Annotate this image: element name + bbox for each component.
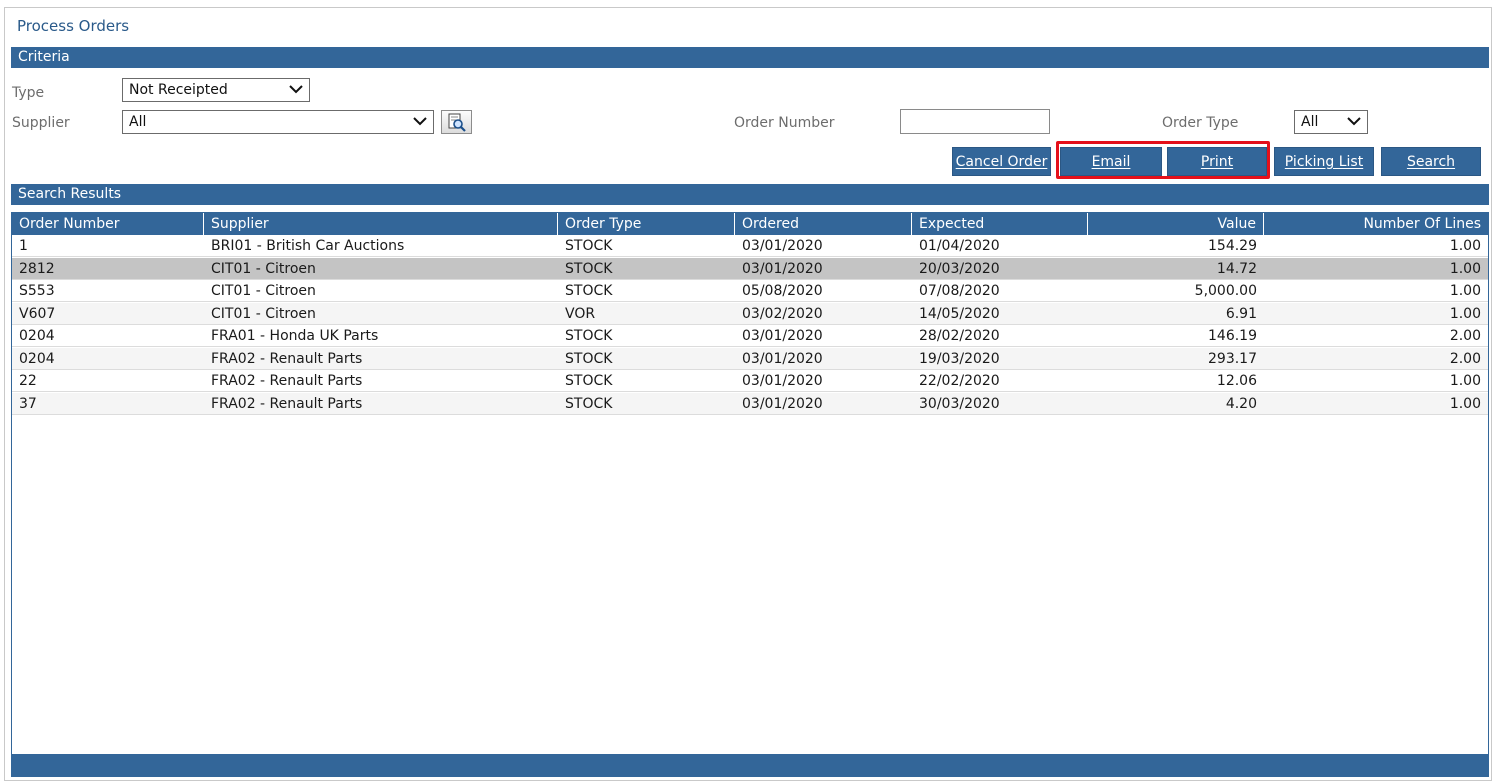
table-cell: CIT01 - Citroen [211,283,316,299]
table-cell: 2.00 [1449,328,1481,344]
table-cell: 30/03/2020 [919,395,1000,412]
column-ordered[interactable]: Ordered [735,213,912,235]
table-cell: STOCK [565,238,613,254]
table-cell: 03/01/2020 [742,328,823,344]
table-cell: 14/05/2020 [919,305,1000,322]
table-cell: CIT01 - Citroen [211,260,316,277]
table-cell: 2.00 [1449,350,1481,367]
table-cell: 146.19 [1208,328,1257,344]
column-order-type[interactable]: Order Type [558,213,735,235]
criteria-header: Criteria [11,47,1489,68]
table-cell: 22 [19,373,37,389]
type-select-value: Not Receipted [129,82,228,98]
table-row[interactable]: 22 FRA02 - Renault Parts STOCK 03/01/2020 22… [12,370,1488,392]
table-cell: 1.00 [1449,283,1481,299]
table-cell: 1.00 [1449,395,1481,412]
table-cell: BRI01 - British Car Auctions [211,238,405,254]
table-cell: STOCK [565,350,613,367]
supplier-select-value: All [129,114,147,130]
table-cell: CIT01 - Citroen [211,305,316,322]
column-order-number[interactable]: Order Number [12,213,204,235]
table-cell: FRA02 - Renault Parts [211,373,363,389]
table-cell: 0204 [19,350,55,367]
supplier-select[interactable]: All [122,110,434,134]
table-cell: STOCK [565,328,613,344]
table-row[interactable]: 2812 CIT01 - Citroen STOCK 03/01/2020 20/03/… [12,257,1488,280]
table-cell: 03/02/2020 [742,305,823,322]
table-cell: 05/08/2020 [742,283,823,299]
table-cell: FRA01 - Honda UK Parts [211,328,379,344]
table-row[interactable]: S553 CIT01 - Citroen STOCK 05/08/2020 07/08/… [12,280,1488,302]
table-cell: V607 [19,305,56,322]
picking-list-button[interactable]: Picking List [1274,147,1374,176]
column-expected[interactable]: Expected [912,213,1088,235]
supplier-label: Supplier [12,115,70,131]
supplier-lookup-button[interactable] [441,110,472,134]
order-number-label: Order Number [734,115,835,131]
table-cell: 293.17 [1208,350,1257,367]
type-select[interactable]: Not Receipted [122,78,310,102]
cancel-order-button[interactable]: Cancel Order [952,147,1051,176]
search-results-header: Search Results [11,184,1489,205]
table-cell: 19/03/2020 [919,350,1000,367]
table-row[interactable]: 1 BRI01 - British Car Auctions STOCK 03/01/… [12,235,1488,257]
table-cell: 03/01/2020 [742,238,823,254]
order-type-select-value: All [1301,114,1319,130]
order-number-input[interactable] [900,109,1050,134]
table-cell: VOR [565,305,596,322]
table-cell: 07/08/2020 [919,283,1000,299]
table-row[interactable]: 0204 FRA01 - Honda UK Parts STOCK 03/01/202… [12,325,1488,347]
table-cell: 1.00 [1449,305,1481,322]
table-row[interactable]: V607 CIT01 - Citroen VOR 03/02/2020 14/05/20… [12,302,1488,325]
table-cell: 4.20 [1225,395,1257,412]
table-cell: 1.00 [1449,373,1481,389]
column-number-of-lines[interactable]: Number Of Lines [1264,213,1488,235]
order-type-label: Order Type [1162,115,1239,131]
results-grid: Order Number Supplier Order Type Ordered… [11,212,1489,777]
table-cell: STOCK [565,395,613,412]
table-row[interactable]: 0204 FRA02 - Renault Parts STOCK 03/01/2020… [12,347,1488,370]
table-cell: 20/03/2020 [919,260,1000,277]
search-button[interactable]: Search [1381,147,1481,176]
page-title: Process Orders [17,17,130,35]
table-cell: 1.00 [1449,238,1481,254]
column-supplier[interactable]: Supplier [204,213,558,235]
table-cell: 14.72 [1216,260,1257,277]
table-cell: 03/01/2020 [742,260,823,277]
table-cell: 6.91 [1225,305,1257,322]
table-row[interactable]: 37 FRA02 - Renault Parts STOCK 03/01/2020 30… [12,392,1488,415]
table-cell: 5,000.00 [1194,283,1257,299]
page-frame: Process Orders Criteria Type Not Receipt… [4,7,1492,781]
table-cell: 22/02/2020 [919,373,1000,389]
table-cell: 0204 [19,328,55,344]
table-cell: STOCK [565,373,613,389]
table-cell: 37 [19,395,37,412]
table-cell: S553 [19,283,55,299]
table-cell: 03/01/2020 [742,395,823,412]
highlight-box [1056,141,1270,179]
table-cell: 01/04/2020 [919,238,1000,254]
table-cell: 03/01/2020 [742,373,823,389]
table-cell: STOCK [565,260,613,277]
table-cell: 1 [19,238,28,254]
table-cell: 03/01/2020 [742,350,823,367]
grid-footer [12,754,1488,776]
order-type-select[interactable]: All [1294,110,1368,134]
chevron-down-icon [289,85,303,94]
grid-header-row: Order Number Supplier Order Type Ordered… [12,213,1488,235]
table-cell: 1.00 [1449,260,1481,277]
table-cell: 12.06 [1216,373,1257,389]
table-cell: 154.29 [1208,238,1257,254]
table-cell: FRA02 - Renault Parts [211,350,363,367]
table-cell: 28/02/2020 [919,328,1000,344]
table-cell: FRA02 - Renault Parts [211,395,363,412]
table-cell: STOCK [565,283,613,299]
chevron-down-icon [413,117,427,126]
type-label: Type [12,85,45,101]
table-cell: 2812 [19,260,55,277]
magnifier-document-icon [448,113,466,132]
chevron-down-icon [1347,117,1361,126]
column-value[interactable]: Value [1088,213,1264,235]
